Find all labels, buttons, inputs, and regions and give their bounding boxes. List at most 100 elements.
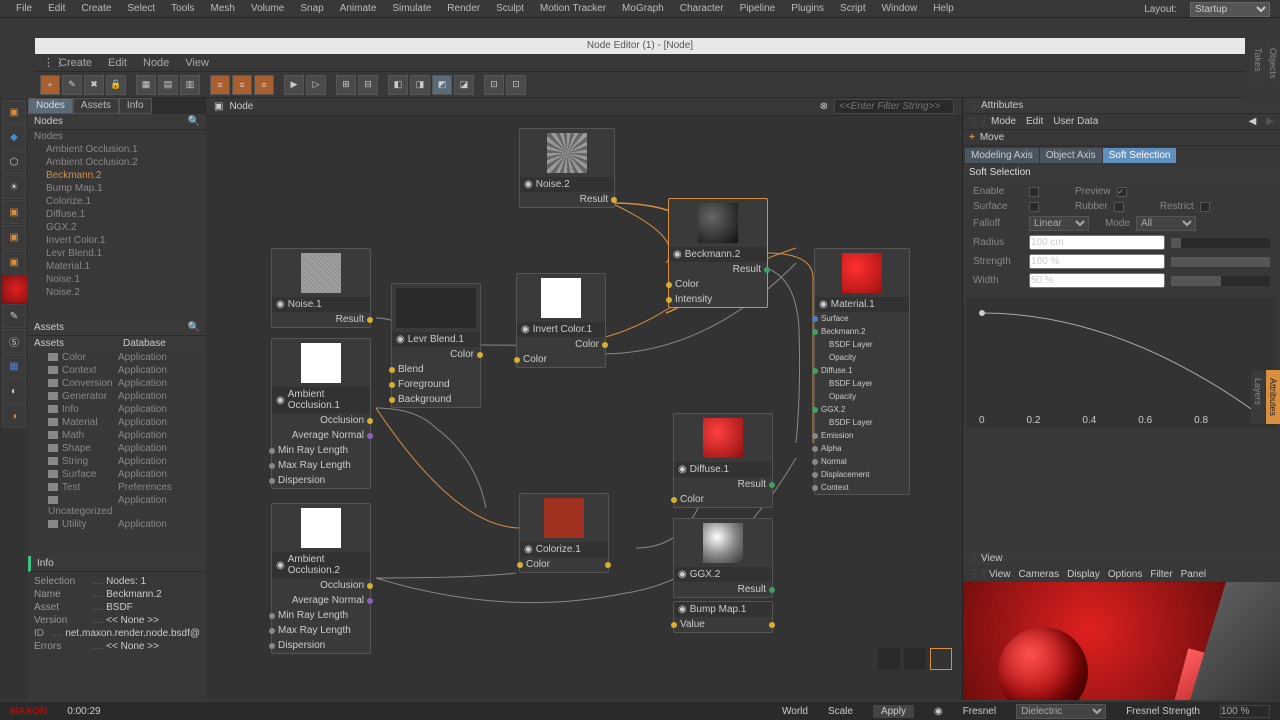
obj1-icon[interactable]: ▣ [2,200,26,224]
primitive-icon[interactable]: ◆ [2,125,26,149]
strength-input[interactable] [1029,254,1165,269]
tool-grid2-icon[interactable]: ▤ [158,75,178,95]
node-beckmann[interactable]: ◉ Beckmann.2 Result Color Intensity [668,198,768,308]
tool-add-icon[interactable]: + [40,75,60,95]
tab-object-axis[interactable]: Object Axis [1040,148,1102,163]
tree-item[interactable]: Levr Blend.1 [28,247,206,260]
tree-item[interactable]: Noise.2 [28,286,206,299]
pen-icon[interactable]: ✎ [2,304,26,328]
menu-volume[interactable]: Volume [243,3,292,14]
layout-select[interactable]: Startup [1190,2,1270,17]
radius-slider[interactable] [1171,238,1270,248]
menu-render[interactable]: Render [439,3,488,14]
tree-item[interactable]: Ambient Occlusion.1 [28,143,206,156]
menu-snap[interactable]: Snap [292,3,331,14]
menu-script[interactable]: Script [832,3,874,14]
attr-mode[interactable]: Mode [991,116,1016,127]
node-noise2[interactable]: ◉ Noise.2 Result [519,128,615,208]
obj2-icon[interactable]: ▣ [2,225,26,249]
attr-userdata[interactable]: User Data [1053,116,1098,127]
menu-animate[interactable]: Animate [332,3,385,14]
asset-row[interactable]: ConversionApplication [28,377,206,390]
asset-row[interactable]: ContextApplication [28,364,206,377]
node-ao2[interactable]: ◉ Ambient Occlusion.2 Occlusion Average … [271,503,371,654]
apply-button[interactable]: Apply [873,705,914,718]
node-ggx[interactable]: ◉ GGX.2 Result [673,518,773,598]
tree-item[interactable]: Bump Map.1 [28,182,206,195]
cube-icon[interactable]: ▣ [2,100,26,124]
tree-item[interactable]: Colorize.1 [28,195,206,208]
editor-create[interactable]: Create [51,57,100,69]
tree-item[interactable]: Diffuse.1 [28,208,206,221]
menu-pipeline[interactable]: Pipeline [732,3,784,14]
menu-plugins[interactable]: Plugins [783,3,832,14]
tool-align1-icon[interactable]: ≡ [210,75,230,95]
tool-grid1-icon[interactable]: ▦ [136,75,156,95]
enable-checkbox[interactable] [1029,187,1039,197]
tool-opt3-icon[interactable]: ◩ [432,75,452,95]
asset-row[interactable]: SurfaceApplication [28,468,206,481]
menu-mograph[interactable]: MoGraph [614,3,672,14]
menu-tools[interactable]: Tools [163,3,202,14]
node-colorize[interactable]: ◉ Colorize.1 Color [519,493,609,573]
nav-back-icon[interactable]: ◀ [1249,116,1257,127]
menu-create[interactable]: Create [73,3,119,14]
strength-slider[interactable] [1171,257,1270,267]
view-view[interactable]: View [989,569,1011,580]
tool-extra2-icon[interactable]: ⊡ [506,75,526,95]
tool-extra1-icon[interactable]: ⊡ [484,75,504,95]
width-slider[interactable] [1171,276,1270,286]
width-input[interactable] [1029,273,1165,288]
tool-edit-icon[interactable]: ✎ [62,75,82,95]
node-canvas[interactable]: ▣ Node ⊗ ◉ Noise.2 Result [206,98,962,700]
tool-opt1-icon[interactable]: ◧ [388,75,408,95]
asset-row[interactable]: MathApplication [28,429,206,442]
plus-icon[interactable]: + [969,132,975,143]
menu-character[interactable]: Character [672,3,732,14]
editor-node[interactable]: Node [135,57,177,69]
asset-row[interactable]: TestPreferences [28,481,206,494]
asset-row[interactable]: ColorApplication [28,351,206,364]
falloff-select[interactable]: Linear [1029,216,1089,231]
obj3-icon[interactable]: ▣ [2,250,26,274]
tool-del-icon[interactable]: ✖ [84,75,104,95]
asset-row[interactable]: GeneratorApplication [28,390,206,403]
asset-row[interactable]: ShapeApplication [28,442,206,455]
tree-item[interactable]: Noise.1 [28,273,206,286]
tool-layout2-icon[interactable]: ⊟ [358,75,378,95]
fresnel-strength-input[interactable] [1220,705,1270,718]
nav-fwd-icon[interactable]: ▶ [1266,116,1274,127]
dielectric-select[interactable]: Dielectric [1016,704,1106,719]
menu-edit[interactable]: Edit [40,3,73,14]
rubber-checkbox[interactable] [1114,202,1124,212]
view-display[interactable]: Display [1067,569,1100,580]
node-levr[interactable]: ◉ Levr Blend.1 Color Blend Foreground Ba… [391,283,481,408]
node-noise1[interactable]: ◉ Noise.1 Result [271,248,371,328]
grid-icon[interactable]: ▦ [2,354,26,378]
view-options[interactable]: Options [1108,569,1142,580]
asset-row[interactable]: StringApplication [28,455,206,468]
asset-row[interactable]: InfoApplication [28,403,206,416]
circle-s-icon[interactable]: Ⓢ [2,329,26,353]
close-icon[interactable]: ⊗ [820,101,828,112]
rtab-takes[interactable]: Takes [1251,40,1265,87]
tree-item[interactable]: GGX.2 [28,221,206,234]
mode-select[interactable]: All [1136,216,1196,231]
light-icon[interactable]: ☀ [2,175,26,199]
tree-item-selected[interactable]: Beckmann.2 [28,169,206,182]
rtab-attributes[interactable]: Attributes [1266,370,1280,424]
menu-simulate[interactable]: Simulate [384,3,439,14]
menu-mesh[interactable]: Mesh [203,3,243,14]
node-diffuse[interactable]: ◉ Diffuse.1 Result Color [673,413,773,508]
tab-assets[interactable]: Assets [73,98,119,114]
tool-step-icon[interactable]: ▷ [306,75,326,95]
preview-checkbox[interactable] [1117,187,1127,197]
surface-checkbox[interactable] [1029,202,1039,212]
assets-col[interactable]: Assets [28,338,117,349]
deform-icon[interactable]: ⬡ [2,150,26,174]
editor-view[interactable]: View [177,57,217,69]
extra-icon[interactable]: ◐ [2,379,26,403]
database-col[interactable]: Database [117,338,206,349]
view-panel[interactable]: Panel [1181,569,1207,580]
menu-file[interactable]: File [8,3,40,14]
